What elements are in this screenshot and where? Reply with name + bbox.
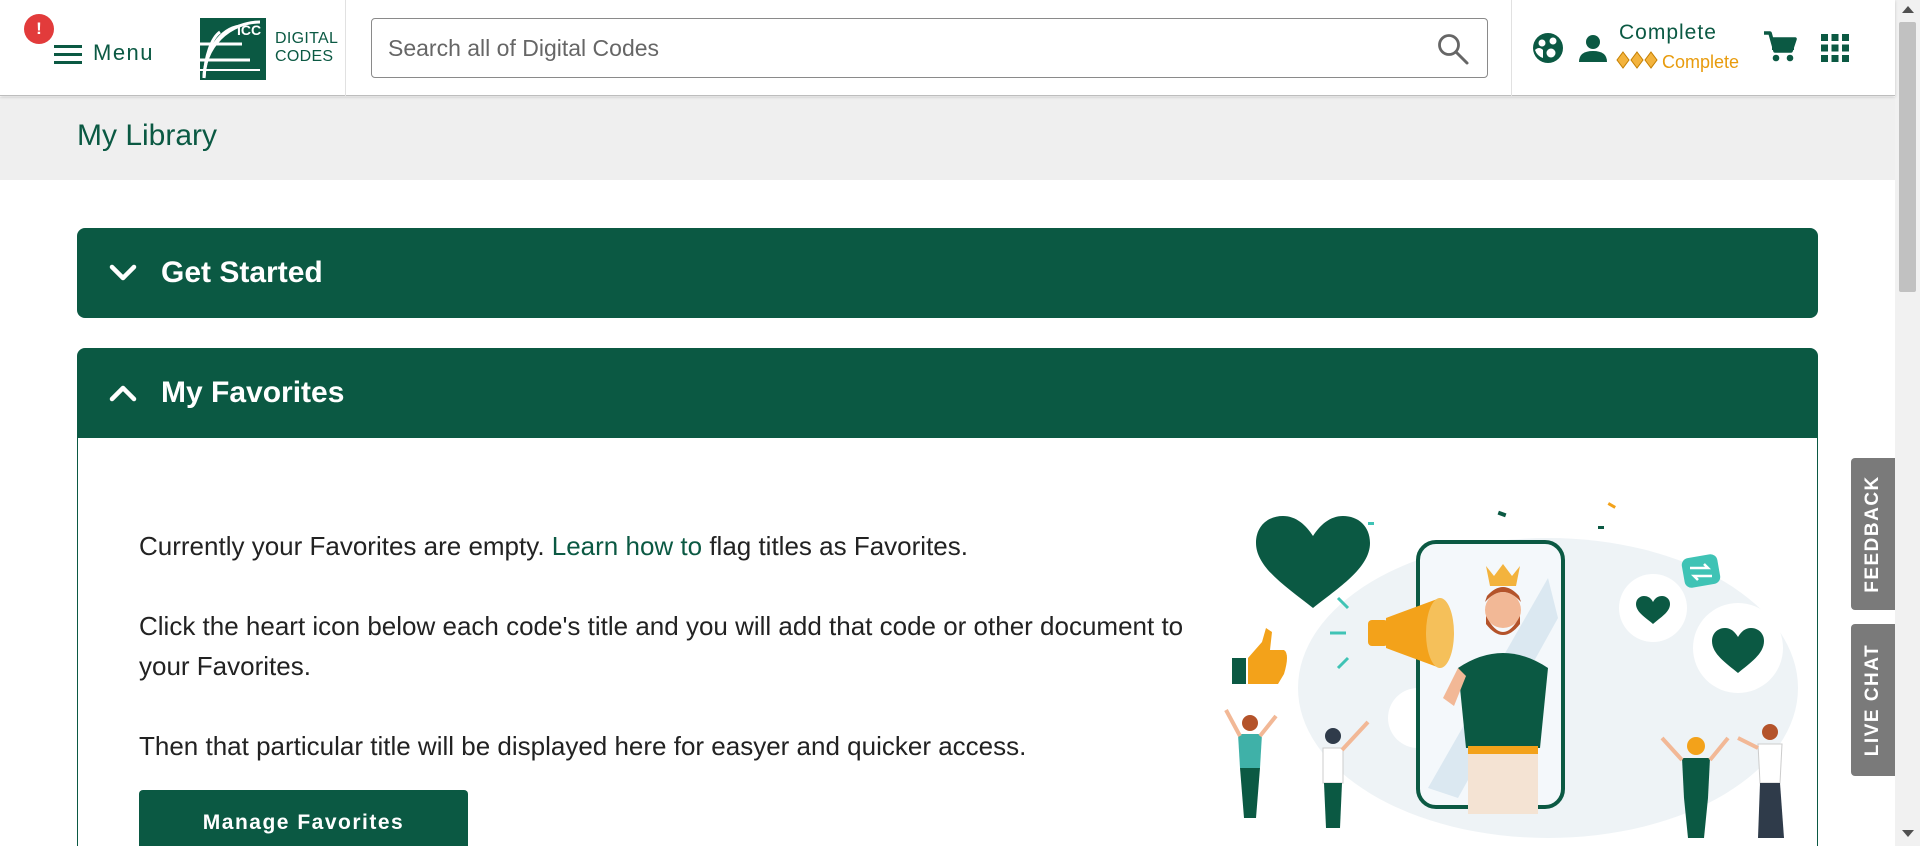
page-scrollbar[interactable] — [1895, 0, 1920, 846]
get-started-title: Get Started — [161, 256, 323, 289]
heart-icon — [1256, 516, 1370, 608]
live-chat-label: LIVE CHAT — [1862, 643, 1883, 757]
notification-badge: ! — [24, 14, 54, 44]
chevron-up-icon — [109, 385, 137, 402]
search-icon[interactable] — [1436, 32, 1470, 66]
account-tier: Complete — [1662, 52, 1740, 72]
feedback-label: FEEDBACK — [1862, 475, 1883, 593]
favorites-empty-line: Currently your Favorites are empty. Lear… — [139, 531, 968, 561]
chevron-down-icon — [109, 264, 137, 281]
feedback-tab[interactable]: FEEDBACK — [1851, 458, 1895, 610]
svg-text:ICC: ICC — [237, 22, 261, 38]
top-header: ! Menu ICC DIGITAL CODES Search all of D… — [0, 0, 1895, 96]
account-status[interactable]: Complete Complete — [1616, 18, 1766, 78]
icc-digital-codes-logo[interactable]: ICC DIGITAL CODES — [200, 18, 338, 80]
favorites-access-note: Then that particular title will be displ… — [139, 731, 1027, 761]
search-input[interactable] — [388, 19, 1398, 77]
scroll-down-arrow-icon[interactable] — [1902, 830, 1914, 837]
community-icon[interactable] — [1530, 30, 1566, 66]
my-favorites-header[interactable]: My Favorites — [77, 348, 1818, 438]
logo-line-codes: CODES — [275, 48, 334, 65]
menu-icon — [54, 45, 82, 64]
scroll-thumb[interactable] — [1899, 22, 1916, 292]
favorites-heart-instructions: Click the heart icon below each code's t… — [139, 611, 1184, 681]
diamond-tier-icon — [1616, 51, 1658, 69]
scroll-up-arrow-icon[interactable] — [1902, 6, 1914, 13]
cart-icon[interactable] — [1762, 29, 1798, 65]
get-started-header[interactable]: Get Started — [77, 228, 1818, 318]
page-title: My Library — [77, 119, 218, 152]
logo-line-digital: DIGITAL — [275, 30, 339, 47]
header-divider — [345, 0, 346, 96]
globe-logo-icon: ICC — [200, 18, 266, 80]
account-name: Complete — [1619, 21, 1717, 44]
live-chat-tab[interactable]: LIVE CHAT — [1851, 624, 1895, 776]
favorites-empty-message: Currently your Favorites are empty. Lear… — [139, 526, 1199, 806]
my-favorites-content: Currently your Favorites are empty. Lear… — [77, 438, 1818, 846]
search-box — [371, 18, 1488, 78]
library-band: My Library — [0, 97, 1895, 180]
manage-favorites-button[interactable]: Manage Favorites — [139, 790, 468, 846]
apps-grid-icon[interactable] — [1817, 30, 1853, 66]
favorites-illustration — [1224, 502, 1798, 838]
user-icon[interactable] — [1575, 30, 1611, 66]
my-favorites-title: My Favorites — [161, 376, 345, 409]
learn-how-link[interactable]: Learn how to — [552, 531, 702, 561]
menu-button[interactable]: ! Menu — [22, 14, 162, 82]
menu-label: Menu — [93, 40, 155, 65]
header-divider — [1511, 0, 1512, 96]
